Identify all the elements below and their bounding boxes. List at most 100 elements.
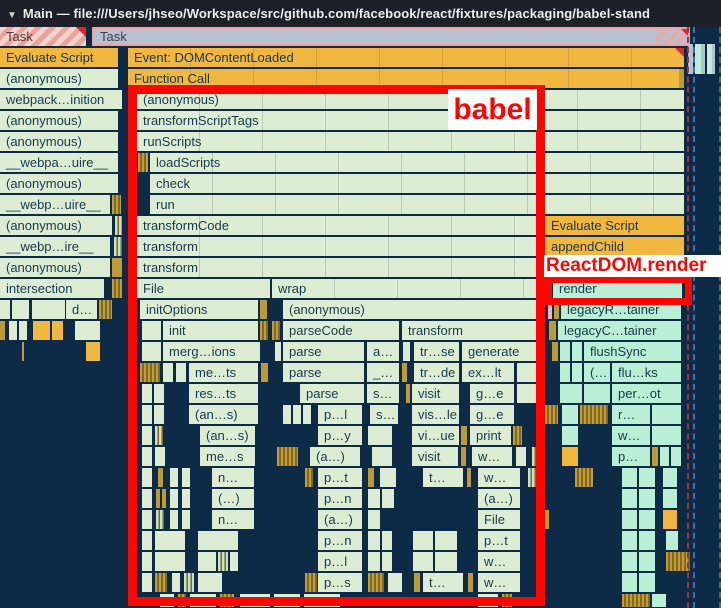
flame-bar-parsecode[interactable]: parseCode (283, 321, 399, 340)
flame-bar-d[interactable]: d… (66, 300, 97, 319)
flame-cell[interactable] (9, 321, 17, 340)
flame-bar-a[interactable]: (a…) (318, 510, 362, 529)
flame-bar-check[interactable]: check (150, 174, 684, 193)
flame-cell[interactable] (155, 573, 167, 592)
flame-bar-legacyc-tainer[interactable]: legacyC…tainer (558, 321, 681, 340)
flame-cell[interactable] (142, 510, 152, 529)
flame-cell[interactable] (382, 489, 394, 508)
flame-cell[interactable] (368, 489, 380, 508)
flame-cell[interactable] (549, 321, 556, 340)
flame-bar-a[interactable]: a… (367, 342, 399, 361)
flame-cell[interactable] (560, 363, 570, 382)
flame-cell[interactable] (414, 573, 420, 592)
flame-cell[interactable] (548, 300, 552, 319)
flame-cell[interactable] (461, 426, 467, 445)
flame-cell[interactable] (52, 321, 63, 340)
flame-cell[interactable] (562, 426, 578, 445)
flame-cell[interactable] (218, 552, 228, 571)
flame-cell[interactable] (575, 468, 593, 487)
flame-bar-task[interactable]: Task (0, 27, 86, 46)
flame-bar-loadscripts[interactable]: loadScripts (150, 153, 684, 172)
flame-cell[interactable] (622, 552, 637, 571)
flame-cell[interactable] (572, 342, 582, 361)
flame-cell[interactable] (155, 426, 163, 445)
flame-bar-tr-se[interactable]: tr…se (414, 342, 459, 361)
flame-cell[interactable] (639, 468, 655, 487)
flame-cell[interactable] (413, 531, 433, 550)
flame-cell[interactable] (368, 468, 374, 487)
flame-bar-tr-de[interactable]: tr…de (414, 363, 459, 382)
flame-cell[interactable] (198, 552, 216, 571)
flame-bar-transformcode[interactable]: transformCode (137, 216, 541, 235)
flame-bar-wrap[interactable]: wrap (272, 279, 541, 298)
flame-cell[interactable] (142, 405, 152, 424)
flame-cell[interactable] (528, 468, 536, 487)
disclosure-triangle-icon[interactable]: ▼ (7, 2, 17, 27)
flame-cell[interactable] (545, 405, 558, 424)
flame-cell[interactable] (639, 531, 655, 550)
flame-bar-vis-le[interactable]: vis…le (412, 405, 459, 424)
flame-cell[interactable] (406, 384, 410, 403)
flame-cell[interactable] (260, 321, 268, 340)
flame-cell[interactable] (372, 447, 392, 466)
flame-cell[interactable] (0, 321, 5, 340)
flame-cell[interactable] (12, 300, 29, 319)
flame-bar-anonymous[interactable]: (anonymous) (0, 174, 118, 193)
flame-cell[interactable] (304, 594, 340, 607)
flame-cell[interactable] (660, 447, 669, 466)
flame-bar-intersection[interactable]: intersection (0, 279, 104, 298)
flame-bar-w[interactable]: w… (472, 447, 512, 466)
flame-bar-parse[interactable]: parse (283, 363, 364, 382)
flame-bar-flu-ks[interactable]: flu…ks (612, 363, 681, 382)
flame-bar-task[interactable]: Task (92, 27, 690, 46)
flame-bar-evaluate-script[interactable]: Evaluate Script (545, 216, 684, 235)
flame-bar-p-n[interactable]: p…n (318, 489, 362, 508)
flame-cell[interactable] (99, 300, 112, 319)
flame-cell[interactable] (86, 342, 100, 361)
flame-cell[interactable] (639, 573, 655, 592)
flame-bar-t[interactable]: t… (423, 468, 463, 487)
flame-cell[interactable] (478, 594, 498, 607)
flame-bar-event-domcontentloaded[interactable]: Event: DOMContentLoaded (128, 48, 684, 67)
flame-cell[interactable] (368, 573, 384, 592)
flame-cell[interactable] (305, 573, 317, 592)
flame-cell[interactable] (160, 594, 174, 607)
flame-cell[interactable] (272, 321, 280, 340)
flame-bar-webpa-uire[interactable]: __webpa…uire__ (0, 153, 118, 172)
flame-cell[interactable] (502, 594, 512, 607)
flame-bar-per-ot[interactable]: per…ot (612, 384, 681, 403)
flame-bar-n[interactable]: n… (212, 510, 254, 529)
flame-bar-r[interactable]: r… (612, 405, 650, 424)
flame-bar-anonymous[interactable]: (anonymous) (0, 111, 118, 130)
flame-cell[interactable] (172, 573, 180, 592)
flame-cell[interactable] (305, 468, 313, 487)
flame-cell[interactable] (552, 342, 558, 361)
flame-cell[interactable] (663, 489, 677, 508)
flame-cell[interactable] (261, 363, 268, 382)
flame-cell[interactable] (182, 510, 190, 529)
flame-cell[interactable] (663, 510, 677, 529)
flame-cell[interactable] (114, 237, 122, 256)
flame-cell[interactable] (382, 531, 392, 550)
flame-cell[interactable] (652, 447, 658, 466)
flame-bar-p[interactable]: p… (612, 447, 650, 466)
flame-cell[interactable] (190, 594, 216, 607)
flame-bar-ex-lt[interactable]: ex…lt (462, 363, 514, 382)
flame-bar-anonymous[interactable]: (anonymous) (0, 258, 110, 277)
flame-cell[interactable] (516, 447, 526, 466)
flame-cell[interactable] (388, 573, 402, 592)
flame-cell[interactable] (112, 258, 122, 277)
flame-bar-render[interactable]: render (553, 279, 682, 298)
flame-cell[interactable] (513, 426, 522, 445)
flame-cell[interactable] (115, 216, 122, 235)
flame-cell[interactable] (33, 321, 50, 340)
flame-cell[interactable] (368, 510, 380, 529)
flame-bar-s[interactable]: s… (370, 405, 398, 424)
flame-bar-print[interactable]: print (470, 426, 511, 445)
flame-bar-frame[interactable]: (…) (212, 489, 254, 508)
flame-cell[interactable] (220, 594, 234, 607)
flame-cell[interactable] (75, 321, 100, 340)
flame-cell[interactable] (368, 531, 380, 550)
flame-cell[interactable] (622, 489, 637, 508)
flame-bar-init[interactable]: init (163, 321, 258, 340)
